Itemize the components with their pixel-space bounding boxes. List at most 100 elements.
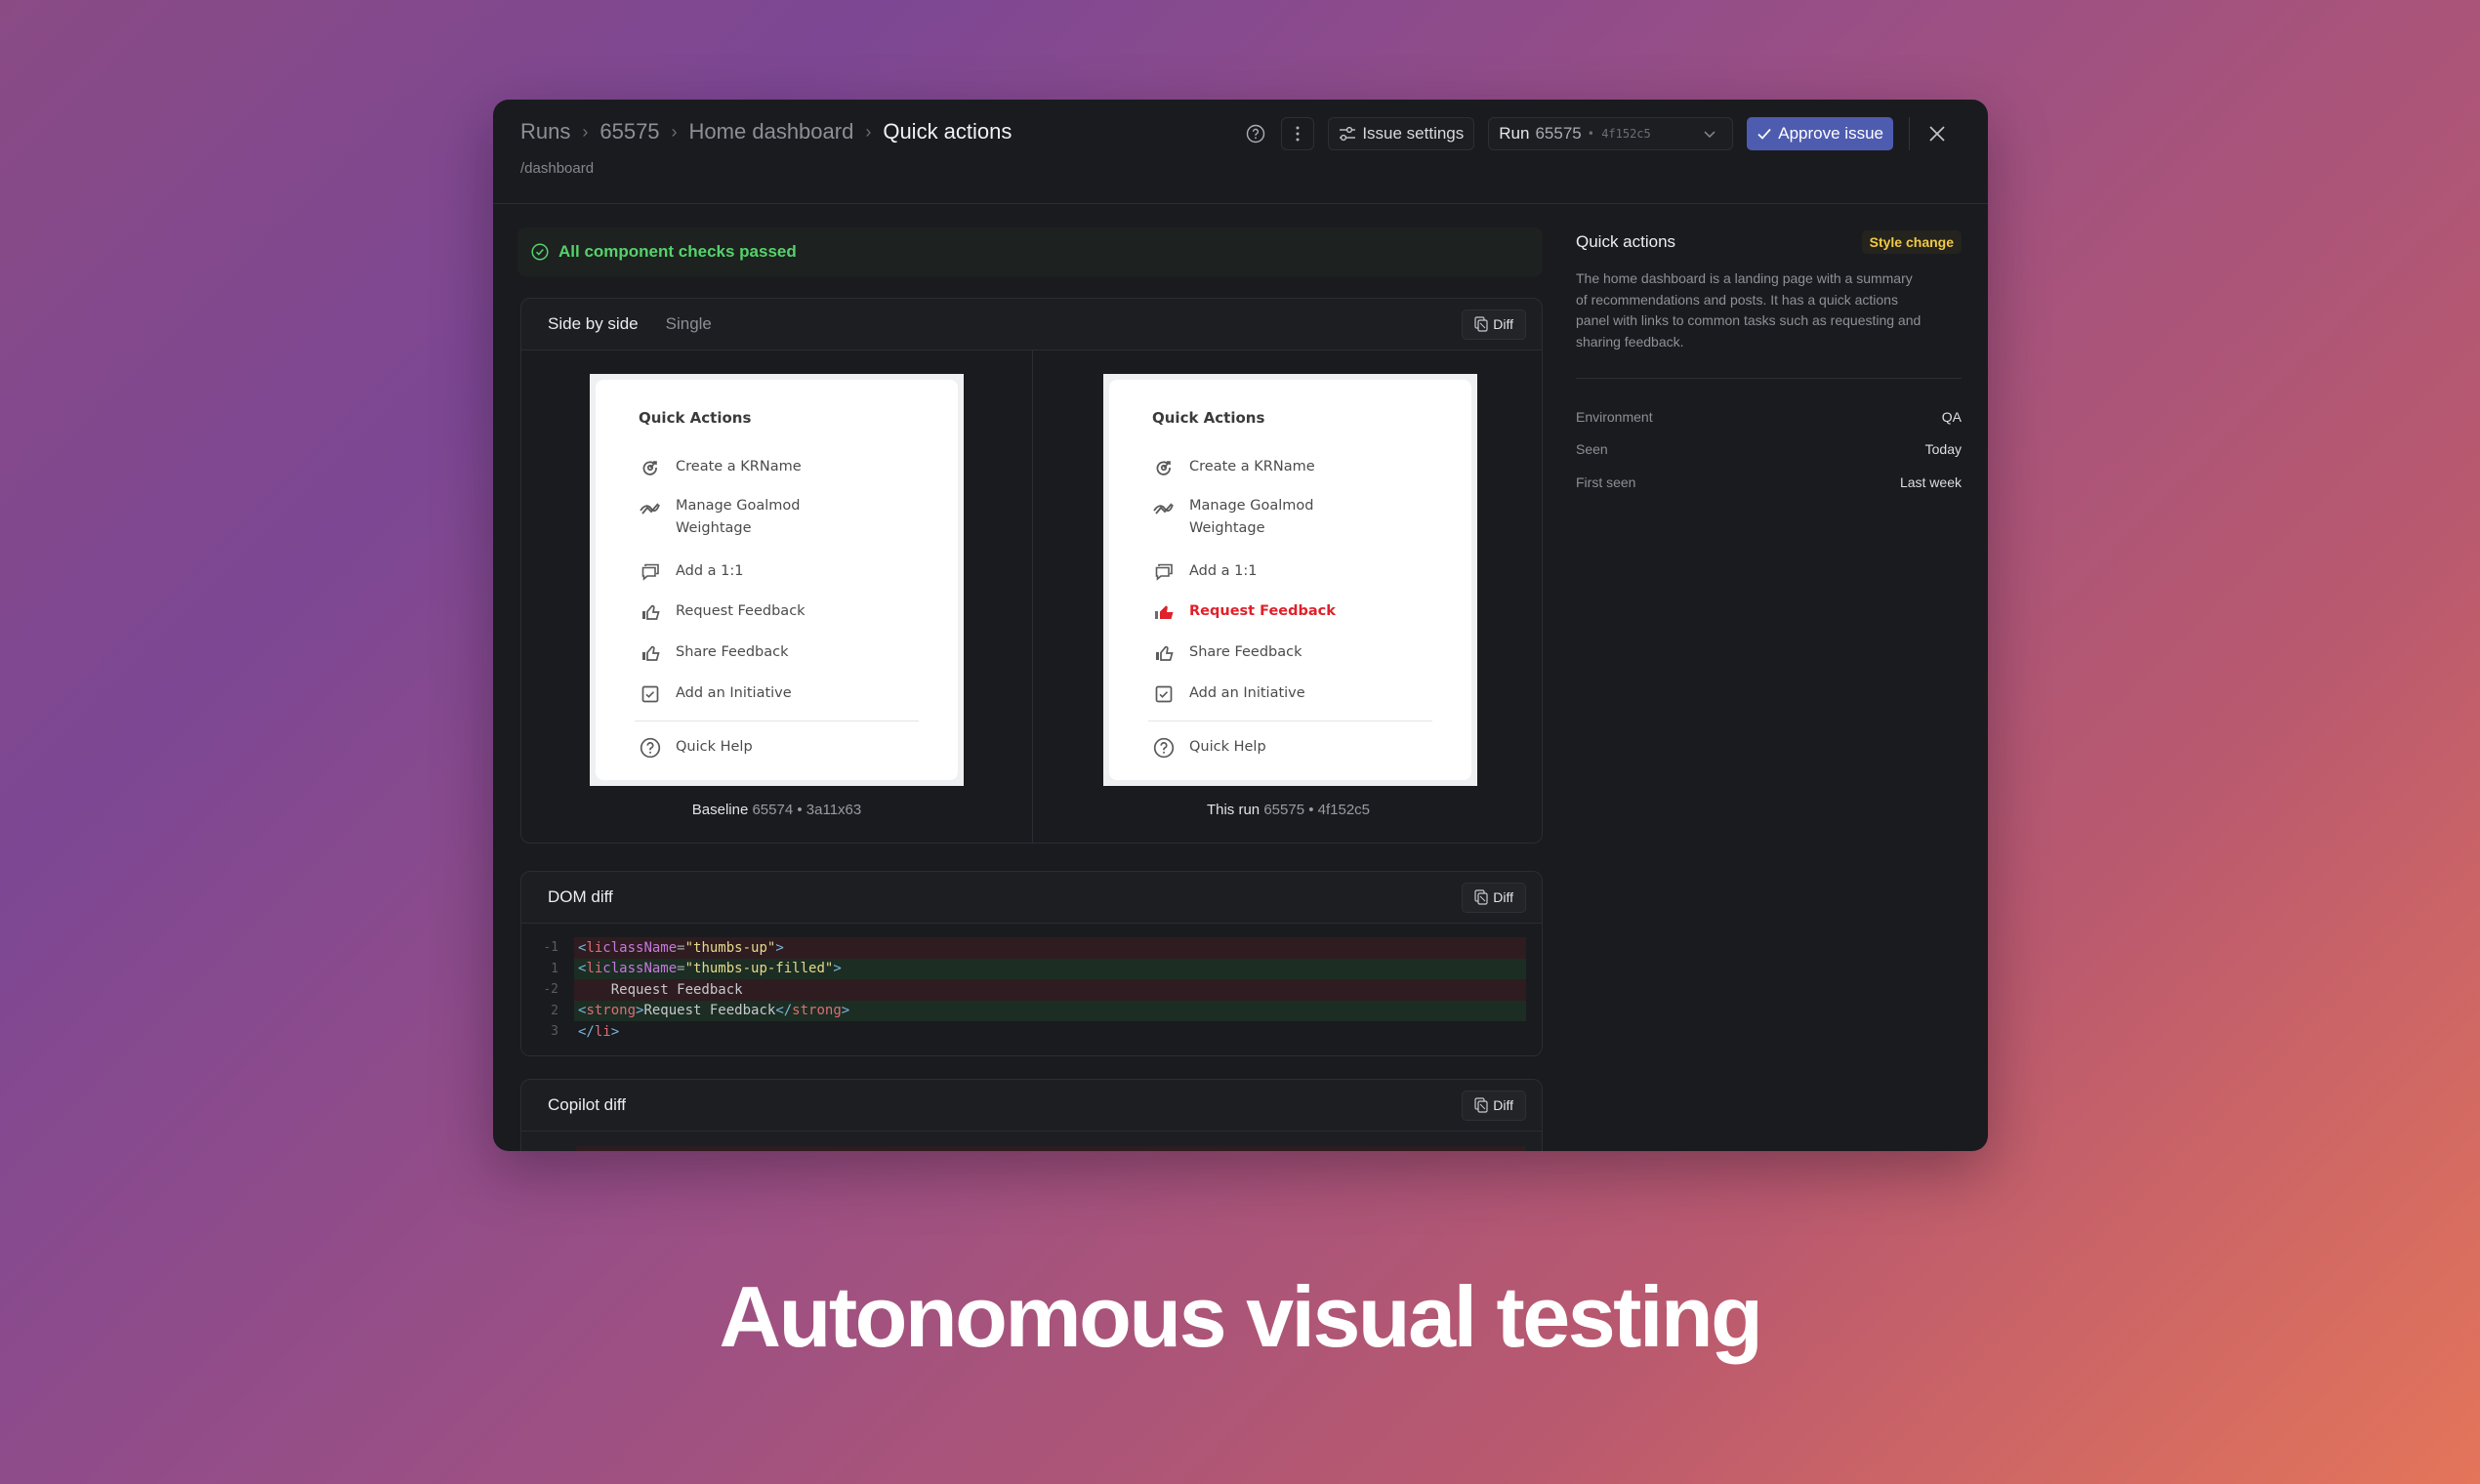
- diff-icon: [1474, 889, 1488, 905]
- line-number: 2: [551, 1003, 558, 1018]
- quick-action-label: Request Feedback: [676, 603, 806, 619]
- help-circle-icon: [1152, 736, 1176, 759]
- diff-label: Diff: [1493, 1097, 1513, 1113]
- this-run-caption: This run 65575 • 4f152c5: [1033, 802, 1542, 818]
- quick-action-item[interactable]: Add an Initiative: [1152, 682, 1305, 705]
- quick-action-item[interactable]: Quick Help: [639, 736, 753, 759]
- diff-label: Diff: [1493, 316, 1513, 332]
- baseline-run: 65574: [752, 802, 794, 818]
- quick-action-item[interactable]: Manage Goalmod Weightage: [639, 495, 800, 540]
- sliders-icon: [1340, 126, 1356, 142]
- quick-action-item[interactable]: Create a KRName: [639, 456, 802, 478]
- header: Runs › 65575 › Home dashboard › Quick ac…: [493, 100, 1988, 204]
- quick-action-label: Create a KRName: [1189, 459, 1315, 474]
- trend-icon: [639, 495, 662, 517]
- issue-title: Quick actions: [1576, 232, 1676, 251]
- quick-action-item[interactable]: Share Feedback: [639, 641, 789, 664]
- this-run-hash: 4f152c5: [1317, 802, 1371, 818]
- quick-action-item[interactable]: Share Feedback: [1152, 641, 1302, 664]
- issue-settings-button[interactable]: Issue settings: [1328, 117, 1475, 150]
- copilot-diff-toggle-button[interactable]: Diff: [1462, 1090, 1526, 1121]
- breadcrumb-current: Quick actions: [883, 119, 1013, 144]
- close-button[interactable]: [1923, 120, 1951, 147]
- approve-issue-button[interactable]: Approve issue: [1747, 117, 1893, 150]
- checks-passed-text: All component checks passed: [558, 242, 797, 261]
- run-hash: • 4f152c5: [1587, 127, 1651, 141]
- thumbs-up-icon: [639, 641, 662, 664]
- breadcrumb: Runs › 65575 › Home dashboard › Quick ac…: [520, 119, 1012, 144]
- quick-action-item[interactable]: Quick Help: [1152, 736, 1266, 759]
- breadcrumb-run-number[interactable]: 65575: [599, 119, 659, 144]
- dom-diff-card: DOM diff Diff -1 < li className = "thumbs-up…: [520, 871, 1543, 1056]
- quick-action-label: Share Feedback: [1189, 644, 1302, 660]
- this-run-screenshot[interactable]: Quick Actions Create a KRName Manage Goalm…: [1103, 374, 1477, 786]
- quick-action-label: Share Feedback: [676, 644, 789, 660]
- diff-toggle-button[interactable]: Diff: [1462, 309, 1526, 340]
- baseline-caption: Baseline 65574 • 3a11x63: [521, 802, 1032, 818]
- meta-value: Last week: [1899, 474, 1962, 490]
- thumbs-up-filled-icon: [1152, 600, 1176, 623]
- breadcrumb-runs[interactable]: Runs: [520, 119, 570, 144]
- target-icon: [639, 456, 662, 478]
- target-icon: [1152, 456, 1176, 478]
- quick-action-item[interactable]: Request Feedback: [639, 600, 806, 623]
- chevron-down-icon: [1704, 131, 1715, 139]
- help-circle-icon: [1247, 124, 1265, 144]
- baseline-screenshot[interactable]: Quick Actions Create a KRName Manage Goalm…: [590, 374, 964, 786]
- header-divider: [1909, 117, 1910, 150]
- chevron-right-icon: ›: [865, 121, 872, 142]
- diff-label: Diff: [1493, 889, 1513, 905]
- run-label: Run: [1499, 124, 1530, 143]
- tab-side-by-side[interactable]: Side by side: [548, 314, 639, 334]
- quick-action-item[interactable]: Add an Initiative: [639, 682, 792, 705]
- help-button[interactable]: [1244, 122, 1267, 145]
- thumbs-up-icon: [1152, 641, 1176, 664]
- quick-actions-widget: Quick Actions Create a KRName Manage Goalm…: [1109, 380, 1471, 780]
- baseline-label: Baseline: [691, 802, 749, 818]
- this-run-meta: 65575 • 4f152c5: [1263, 802, 1371, 818]
- quick-action-label: Request Feedback: [1189, 603, 1336, 619]
- copilot-diff-card: Copilot diff Diff: [520, 1079, 1543, 1151]
- run-selector[interactable]: Run 65575 • 4f152c5: [1488, 117, 1734, 150]
- this-run-number: 65575: [1263, 802, 1305, 818]
- meta-key: Seen: [1576, 441, 1608, 458]
- tab-single[interactable]: Single: [666, 314, 712, 334]
- checkbox-icon: [639, 682, 662, 705]
- line-number: 1: [551, 961, 558, 976]
- chevron-right-icon: ›: [582, 121, 589, 142]
- widget-title: Quick Actions: [1152, 409, 1265, 427]
- copilot-diff-title: Copilot diff: [548, 1095, 627, 1114]
- quick-action-item[interactable]: Manage Goalmod Weightage: [1152, 495, 1313, 540]
- line-content: < li className = "thumbs-up" >: [574, 937, 1526, 959]
- check-circle-icon: [531, 243, 549, 261]
- dom-diff-toggle-button[interactable]: Diff: [1462, 882, 1526, 913]
- check-icon: [1757, 128, 1771, 140]
- run-number: 65575: [1535, 124, 1582, 143]
- quick-action-item[interactable]: Add a 1:1: [639, 560, 744, 583]
- issue-meta: Environment QA Seen Today First seen Last w…: [1576, 400, 1962, 499]
- quick-action-item[interactable]: Add a 1:1: [1152, 560, 1258, 583]
- issue-description: The home dashboard is a landing page wit…: [1576, 270, 1922, 350]
- chat-icon: [639, 560, 662, 583]
- change-type-badge: Style change: [1861, 230, 1962, 254]
- chevron-right-icon: ›: [671, 121, 678, 142]
- quick-action-label: Create a KRName: [676, 459, 802, 474]
- breadcrumb-page[interactable]: Home dashboard: [689, 119, 854, 144]
- code-line: 3 </li >: [537, 1021, 1526, 1043]
- meta-value: QA: [1941, 408, 1962, 425]
- baseline-meta: 65574 • 3a11x63: [752, 802, 862, 818]
- meta-key: First seen: [1576, 474, 1636, 490]
- quick-action-item[interactable]: Request Feedback: [1152, 600, 1336, 623]
- code-diff: -1 < li className = "thumbs-up" > 1 < li classNa…: [521, 924, 1542, 1055]
- quick-action-label: Quick Help: [1189, 739, 1266, 755]
- quick-action-label: Manage Goalmod Weightage: [1189, 498, 1314, 536]
- more-options-button[interactable]: [1281, 117, 1315, 150]
- quick-action-item[interactable]: Create a KRName: [1152, 456, 1315, 478]
- meta-row: Environment QA: [1576, 400, 1962, 433]
- code-line: 1 < li className = "thumbs-up-filled" >: [537, 958, 1526, 979]
- copilot-diff-line: [576, 1146, 1526, 1151]
- line-number: -1: [543, 940, 558, 956]
- line-content: < strong > Request Feedback </strong >: [574, 1000, 1526, 1021]
- diff-icon: [1474, 316, 1488, 332]
- meta-row: First seen Last week: [1576, 466, 1962, 499]
